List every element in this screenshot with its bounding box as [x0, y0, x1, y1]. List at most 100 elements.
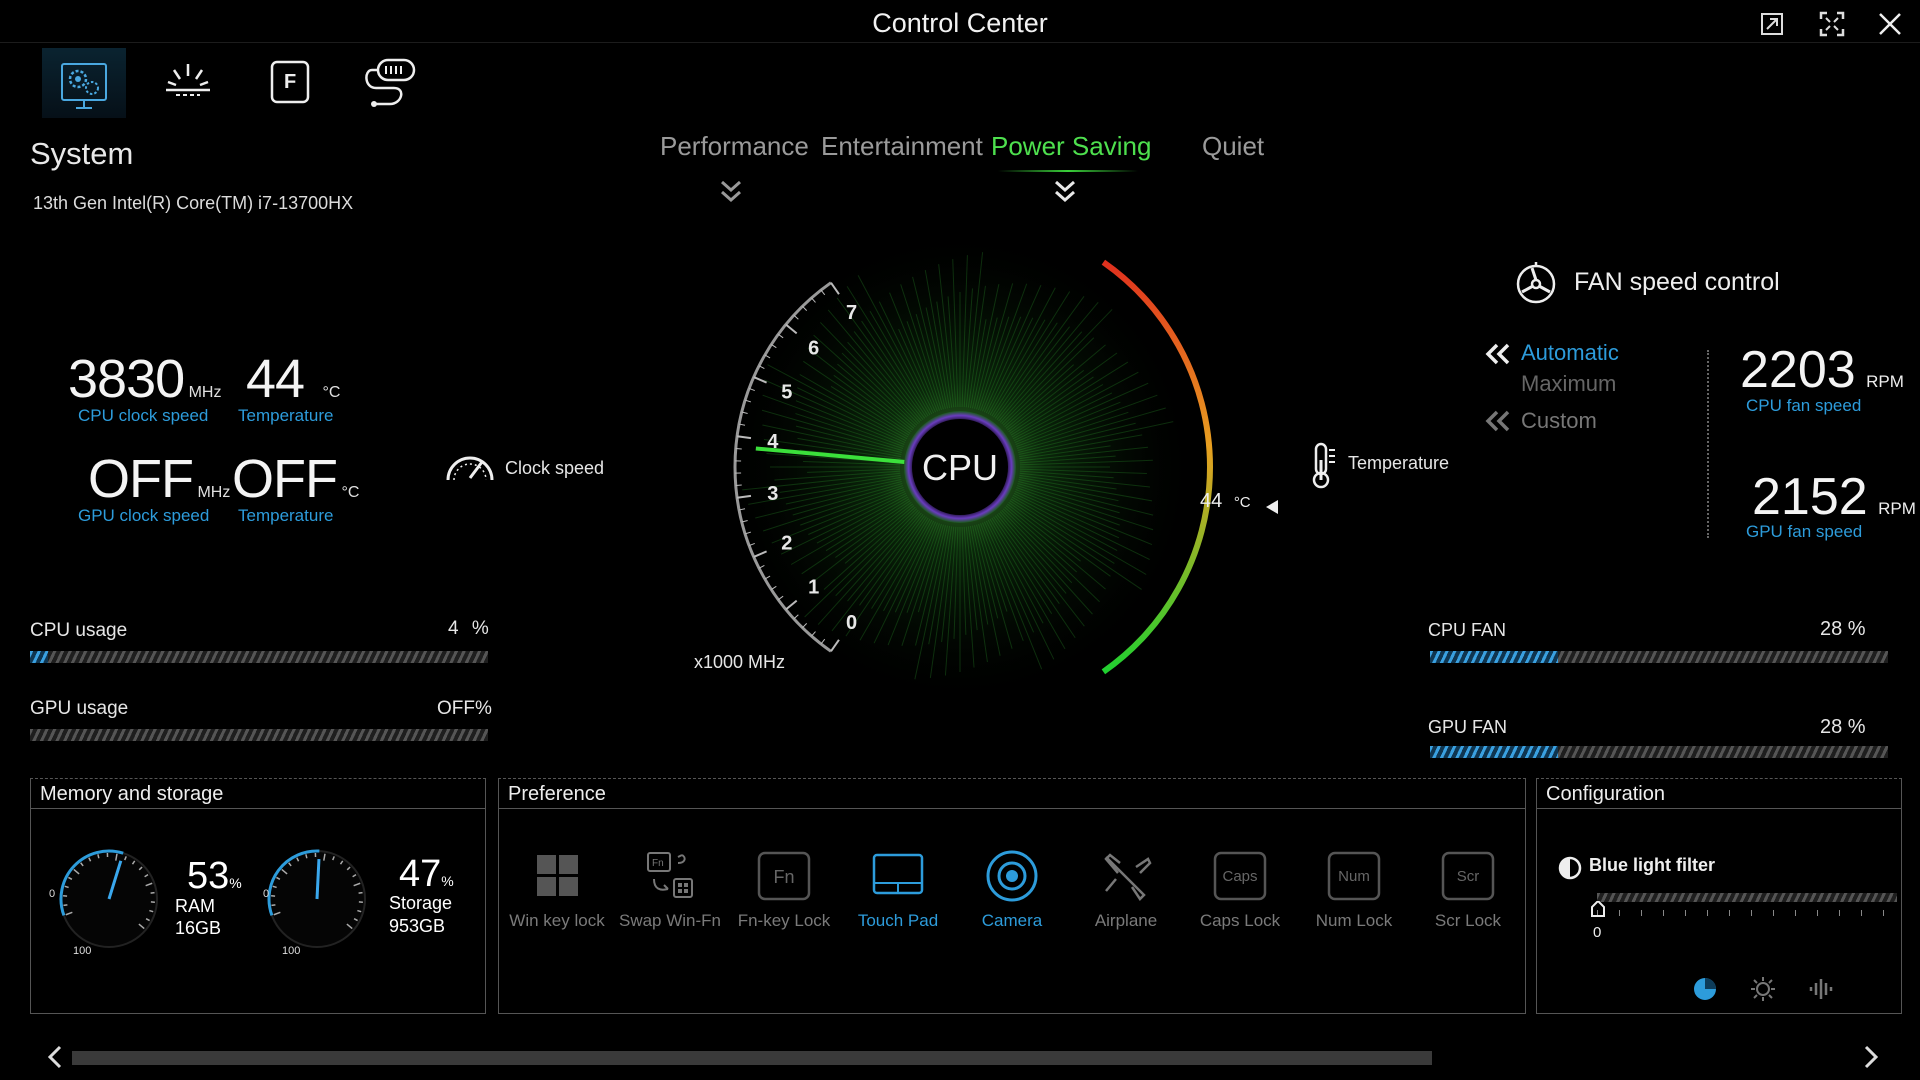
- configuration-panel: Configuration Blue light filter 0: [1536, 778, 1902, 1014]
- speedometer-icon: [446, 456, 494, 481]
- scroll-right-icon[interactable]: [1860, 1044, 1882, 1070]
- windows-key-icon: [537, 855, 578, 896]
- display-mode-icon[interactable]: [1691, 975, 1719, 1003]
- cpu-fan-speed-readout: 2203 RPM: [1740, 340, 1904, 400]
- num-lock-toggle[interactable]: Num Num Lock: [1299, 849, 1409, 931]
- configuration-title: Configuration: [1537, 779, 1901, 809]
- cpu-temp-readout: 44 °C: [246, 348, 340, 410]
- svg-text:Caps: Caps: [1222, 868, 1257, 885]
- win-key-lock-toggle[interactable]: Win key lock: [502, 849, 612, 931]
- cpu-temp-unit: °C: [322, 384, 341, 401]
- blue-light-slider[interactable]: [1597, 893, 1897, 902]
- dial-tick: [358, 891, 363, 894]
- mode-quiet[interactable]: Quiet: [1202, 131, 1264, 162]
- dial-tick: [97, 854, 100, 859]
- dial-tick: [271, 904, 276, 907]
- restore-window-button[interactable]: [1756, 8, 1788, 40]
- brightness-icon[interactable]: [1749, 975, 1777, 1003]
- maximize-button[interactable]: [1816, 8, 1848, 40]
- fn-key-lock-toggle[interactable]: Fn Fn-key Lock: [729, 849, 839, 931]
- horizontal-scrollbar-thumb[interactable]: [72, 1051, 1432, 1065]
- memory-storage-title: Memory and storage: [31, 779, 485, 809]
- scr-lock-toggle[interactable]: Scr Scr Lock: [1413, 849, 1523, 931]
- fn-key-lock-label: Fn-key Lock: [737, 911, 831, 930]
- memory-storage-panel: Memory and storage 0 100 53% RAM 16GB 0 …: [30, 778, 486, 1014]
- clock-tick-label: 7: [846, 302, 857, 324]
- fn-key-icon: Fn: [757, 851, 811, 901]
- mode-power-saving[interactable]: Power Saving: [991, 131, 1151, 162]
- chevron-down-icon: [721, 180, 741, 203]
- sound-wave-icon[interactable]: [1807, 975, 1835, 1003]
- fullscreen-icon: [1819, 11, 1845, 37]
- swap-win-fn-toggle[interactable]: Fn Swap Win-Fn: [615, 849, 725, 931]
- clock-tick-label: 3: [767, 483, 778, 505]
- fan-mode-automatic[interactable]: Automatic: [1521, 340, 1619, 366]
- mode-entertainment[interactable]: Entertainment: [821, 131, 983, 162]
- gpu-fan-bar[interactable]: [1430, 746, 1888, 758]
- storage-dial: [267, 849, 366, 948]
- storage-dial-max: 100: [282, 945, 301, 957]
- gpu-clock-caption: GPU clock speed: [78, 506, 210, 525]
- airplane-toggle[interactable]: Airplane: [1071, 849, 1181, 931]
- cpu-usage-bar: [30, 651, 488, 663]
- caps-key-icon: Caps: [1213, 851, 1267, 901]
- caps-lock-toggle[interactable]: Caps Caps Lock: [1185, 849, 1295, 931]
- gpu-fan-speed-caption: GPU fan speed: [1746, 522, 1863, 541]
- storage-size: 953GB: [389, 916, 446, 936]
- nav-tab-function-keys[interactable]: F: [248, 48, 332, 118]
- cpu-fan-speed-value: 2203: [1740, 341, 1856, 399]
- storage-percent-value: 47: [399, 853, 442, 895]
- nav-tab-lighting[interactable]: [146, 48, 230, 118]
- touch-pad-toggle[interactable]: Touch Pad: [843, 849, 953, 931]
- camera-label: Camera: [981, 911, 1043, 930]
- cpu-center-label: CPU: [922, 447, 998, 488]
- cpu-clock-unit: MHz: [188, 384, 222, 401]
- mode-performance[interactable]: Performance: [660, 131, 809, 162]
- cpu-temp-value: 44: [246, 349, 305, 409]
- svg-text:F: F: [284, 71, 296, 93]
- camera-toggle[interactable]: Camera: [957, 849, 1067, 931]
- storage-percent-unit: %: [441, 873, 454, 889]
- fan-control-title: FAN speed control: [1574, 268, 1780, 296]
- cpu-model: 13th Gen Intel(R) Core(TM) i7-13700HX: [33, 193, 354, 213]
- fan-mode-maximum[interactable]: Maximum: [1521, 371, 1616, 397]
- cpu-fan-value: 28 %: [1820, 618, 1866, 640]
- system-title: System: [30, 136, 134, 171]
- ram-size: 16GB: [175, 918, 222, 938]
- cpu-clock-caption: CPU clock speed: [78, 406, 209, 425]
- clock-tick-label: 2: [781, 533, 792, 555]
- dial-tick: [305, 854, 308, 859]
- nav-tab-system[interactable]: [42, 48, 126, 118]
- caps-lock-label: Caps Lock: [1199, 911, 1281, 930]
- ram-dial-max: 100: [73, 945, 92, 957]
- restore-icon: [1761, 13, 1783, 35]
- gauge-temp-readout: 44 °C: [1200, 490, 1251, 513]
- win-key-lock-label: Win key lock: [509, 911, 605, 930]
- gpu-fan-label: GPU FAN: [1428, 717, 1508, 737]
- scr-key-icon: Scr: [1441, 851, 1495, 901]
- nav-tab-usb[interactable]: [350, 48, 434, 118]
- swap-keys-icon: Fn: [647, 852, 693, 898]
- cpu-fan-bar[interactable]: [1430, 651, 1888, 663]
- active-mode-underline: [998, 170, 1138, 172]
- clock-tick-label: 5: [781, 381, 792, 403]
- gpu-clock-unit: MHz: [197, 484, 231, 501]
- close-icon: [1879, 13, 1901, 35]
- storage-dial-min: 0: [263, 888, 270, 900]
- ram-percent-readout: 53%: [187, 855, 242, 898]
- system-settings-icon: [61, 63, 107, 109]
- gpu-usage-value: OFF: [437, 698, 475, 719]
- dial-tick: [63, 904, 68, 907]
- svg-text:Fn: Fn: [652, 858, 664, 869]
- dial-tick: [357, 909, 362, 913]
- swap-win-fn-label: Swap Win-Fn: [618, 911, 722, 930]
- gpu-fan-speed-unit: RPM: [1878, 499, 1916, 518]
- fan-divider: [1707, 350, 1709, 538]
- function-key-icon: F: [270, 60, 310, 104]
- lighting-icon: [166, 64, 210, 96]
- slider-handle-icon[interactable]: [1591, 901, 1605, 917]
- touchpad-icon: [872, 853, 924, 895]
- close-button[interactable]: [1874, 8, 1906, 40]
- scroll-left-icon[interactable]: [44, 1044, 66, 1070]
- fan-mode-custom[interactable]: Custom: [1521, 408, 1597, 434]
